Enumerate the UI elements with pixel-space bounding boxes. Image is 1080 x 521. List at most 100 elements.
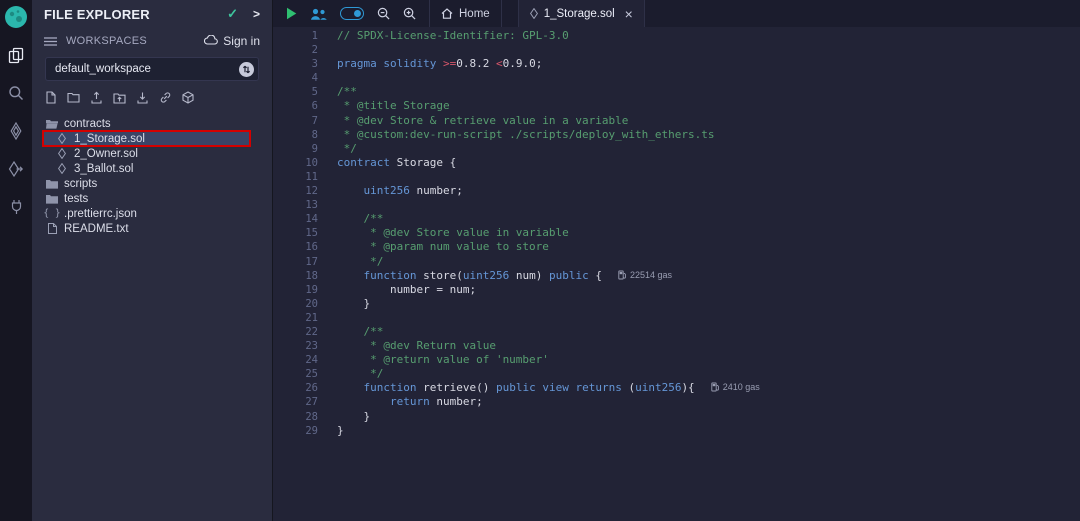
line-number[interactable]: 16	[273, 240, 331, 254]
code-line-29[interactable]: }	[337, 424, 1080, 438]
deploy-run-icon[interactable]	[0, 152, 32, 186]
code-line-16[interactable]: * @param num value to store	[337, 240, 1080, 254]
code-line-10[interactable]: contract Storage {	[337, 156, 1080, 170]
editor-topbar: Home 1_Storage.sol ×	[273, 0, 1080, 27]
code-line-3[interactable]: pragma solidity >=0.8.2 <0.9.0;	[337, 57, 1080, 71]
line-number[interactable]: 11	[273, 170, 331, 184]
workspace-selector[interactable]: default_workspace	[45, 57, 259, 81]
code-line-6[interactable]: * @title Storage	[337, 99, 1080, 113]
close-tab-icon[interactable]: ×	[625, 7, 633, 21]
toggle-switch[interactable]	[340, 7, 364, 20]
line-number[interactable]: 25	[273, 367, 331, 381]
line-number[interactable]: 18	[273, 269, 331, 283]
line-number[interactable]: 8	[273, 128, 331, 142]
code-line-11[interactable]	[337, 170, 1080, 184]
code-line-21[interactable]	[337, 311, 1080, 325]
line-number[interactable]: 4	[273, 71, 331, 85]
line-number[interactable]: 26	[273, 381, 331, 395]
line-number[interactable]: 29	[273, 424, 331, 438]
line-number[interactable]: 15	[273, 226, 331, 240]
line-number[interactable]: 2	[273, 43, 331, 57]
file-tree-item-prettierrc-json[interactable]: { }.prettierrc.json	[32, 206, 272, 221]
code-line-1[interactable]: // SPDX-License-Identifier: GPL-3.0	[337, 29, 1080, 43]
code-line-23[interactable]: * @dev Return value	[337, 339, 1080, 353]
line-number[interactable]: 10	[273, 156, 331, 170]
line-number[interactable]: 1	[273, 29, 331, 43]
new-folder-icon[interactable]	[67, 92, 80, 103]
check-icon[interactable]: ✓	[227, 6, 238, 22]
line-number[interactable]: 14	[273, 212, 331, 226]
code-line-22[interactable]: /**	[337, 325, 1080, 339]
code-editor[interactable]: 1234567891011121314151617181920212223242…	[273, 27, 1080, 521]
code-line-12[interactable]: uint256 number;	[337, 184, 1080, 198]
file-name: tests	[64, 193, 88, 205]
line-number[interactable]: 3	[273, 57, 331, 71]
search-icon[interactable]	[0, 76, 32, 110]
tab-home[interactable]: Home	[429, 0, 502, 27]
file-actions-toolbar	[32, 81, 272, 112]
file-tree-item-3-ballot-sol[interactable]: 3_Ballot.sol	[32, 161, 272, 176]
file-tree-item-contracts[interactable]: contracts	[32, 116, 272, 131]
code-line-18[interactable]: function store(uint256 num) public {2251…	[337, 269, 1080, 283]
code-line-17[interactable]: */	[337, 255, 1080, 269]
code-line-13[interactable]	[337, 198, 1080, 212]
code-line-25[interactable]: */	[337, 367, 1080, 381]
file-name: .prettierrc.json	[64, 208, 137, 220]
code-line-28[interactable]: }	[337, 410, 1080, 424]
file-name: 1_Storage.sol	[74, 133, 145, 145]
run-icon[interactable]	[286, 7, 297, 20]
line-number[interactable]: 13	[273, 198, 331, 212]
remix-logo[interactable]	[0, 0, 32, 34]
code-line-9[interactable]: */	[337, 142, 1080, 156]
line-number[interactable]: 20	[273, 297, 331, 311]
line-number[interactable]: 28	[273, 410, 331, 424]
zoom-out-icon[interactable]	[377, 7, 390, 20]
workspaces-menu-icon[interactable]	[44, 37, 57, 46]
line-number[interactable]: 7	[273, 114, 331, 128]
line-number[interactable]: 27	[273, 395, 331, 409]
gas-pump-icon	[618, 270, 626, 280]
line-number[interactable]: 21	[273, 311, 331, 325]
line-number[interactable]: 17	[273, 255, 331, 269]
new-file-icon[interactable]	[45, 91, 57, 104]
code-line-5[interactable]: /**	[337, 85, 1080, 99]
file-explorer-icon[interactable]	[0, 38, 32, 72]
ipfs-icon[interactable]	[182, 91, 194, 104]
plugin-manager-icon[interactable]	[0, 190, 32, 224]
code-line-24[interactable]: * @return value of 'number'	[337, 353, 1080, 367]
code-line-26[interactable]: function retrieve() public view returns …	[337, 381, 1080, 395]
code-line-20[interactable]: }	[337, 297, 1080, 311]
link-icon[interactable]	[159, 91, 172, 104]
upload-folder-icon[interactable]	[113, 92, 126, 104]
users-icon[interactable]	[310, 7, 327, 21]
line-number[interactable]: 6	[273, 99, 331, 113]
line-number[interactable]: 22	[273, 325, 331, 339]
line-number[interactable]: 19	[273, 283, 331, 297]
code-line-19[interactable]: number = num;	[337, 283, 1080, 297]
line-number[interactable]: 9	[273, 142, 331, 156]
file-tree-item-readme-txt[interactable]: README.txt	[32, 221, 272, 236]
code-line-4[interactable]	[337, 71, 1080, 85]
upload-file-icon[interactable]	[90, 91, 103, 104]
file-tree-item-2-owner-sol[interactable]: 2_Owner.sol	[32, 146, 272, 161]
tab-1-storage-sol[interactable]: 1_Storage.sol ×	[518, 0, 645, 27]
file-tree-item-tests[interactable]: tests	[32, 191, 272, 206]
code-line-15[interactable]: * @dev Store value in variable	[337, 226, 1080, 240]
code-line-14[interactable]: /**	[337, 212, 1080, 226]
code-line-8[interactable]: * @custom:dev-run-script ./scripts/deplo…	[337, 128, 1080, 142]
line-number[interactable]: 24	[273, 353, 331, 367]
code-line-7[interactable]: * @dev Store & retrieve value in a varia…	[337, 114, 1080, 128]
file-tree-item-1-storage-sol[interactable]: 1_Storage.sol	[32, 131, 272, 146]
code-line-2[interactable]	[337, 43, 1080, 57]
line-number[interactable]: 5	[273, 85, 331, 99]
line-number[interactable]: 23	[273, 339, 331, 353]
chevron-right-icon[interactable]: >	[253, 7, 260, 21]
line-number[interactable]: 12	[273, 184, 331, 198]
code-line-27[interactable]: return number;	[337, 395, 1080, 409]
file-tree-item-scripts[interactable]: scripts	[32, 176, 272, 191]
download-icon[interactable]	[136, 91, 149, 104]
home-icon	[441, 8, 453, 19]
zoom-in-icon[interactable]	[403, 7, 416, 20]
sign-in-button[interactable]: Sign in	[204, 34, 260, 48]
solidity-compiler-icon[interactable]	[0, 114, 32, 148]
